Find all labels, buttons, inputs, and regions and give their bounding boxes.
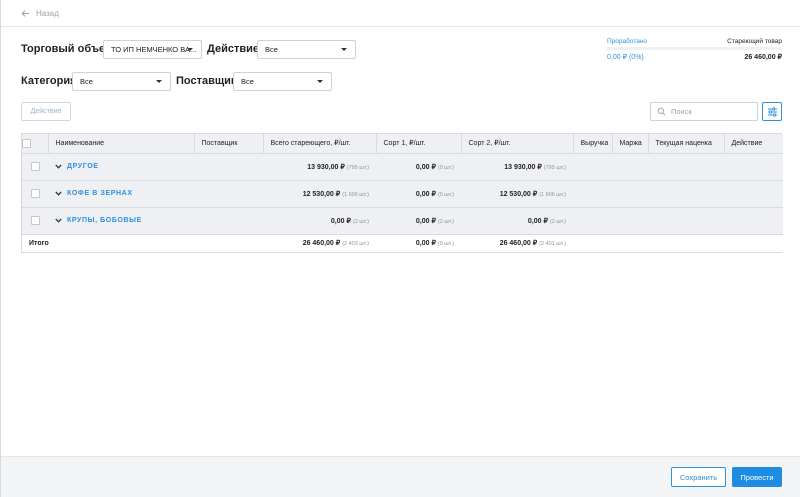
total-qty: (2 шт.) — [352, 218, 369, 225]
stats-panel: Проработано Стареющий товар 0,00 ₽ (0%) … — [607, 38, 782, 61]
group-name: КОФЕ В ЗЕРНАХ — [67, 189, 133, 197]
column-header-margin[interactable]: Маржа — [612, 134, 649, 154]
total-value: 0,00 ₽ — [330, 217, 351, 225]
search-box[interactable] — [650, 102, 758, 121]
column-header-sort2[interactable]: Сорт 2, ₽/шт. — [461, 134, 574, 154]
store-select-value: ТО ИП НЕМЧЕНКО ВА... — [111, 45, 197, 54]
column-header-action[interactable]: Действие — [724, 134, 783, 154]
group-toggle[interactable]: КОФЕ В ЗЕРНАХ — [48, 190, 133, 197]
back-link[interactable]: Назад — [21, 9, 59, 18]
arrow-left-icon — [21, 9, 30, 17]
back-label: Назад — [36, 8, 59, 18]
category-label: Категория — [21, 75, 77, 87]
sort2-qty: (2 шт.) — [549, 218, 566, 225]
sort2-value: 13 930,00 ₽ — [504, 163, 542, 171]
stale-value: 26 460,00 ₽ — [744, 54, 782, 61]
table-header: Наименование Поставщик Всего стареющего,… — [22, 134, 783, 154]
stale-label: Стареющий товар — [727, 38, 782, 45]
group-name: КРУПЫ, БОБОВЫЕ — [67, 216, 142, 224]
column-header-name[interactable]: Наименование — [48, 134, 195, 154]
processed-value: 0,00 ₽ (0%) — [607, 54, 644, 61]
filter-settings-button[interactable] — [762, 102, 782, 121]
chevron-down-icon — [55, 163, 62, 169]
table-row: КРУПЫ, БОБОВЫЕ 0,00 ₽ (2 шт.) 0,00 ₽ (2 … — [22, 207, 783, 235]
totals-total-value: 26 460,00 ₽ — [302, 240, 341, 248]
totals-total-qty: (2 403 шт.) — [342, 241, 369, 248]
sort1-qty: (0 шт.) — [437, 191, 454, 198]
totals-row: Итого 26 460,00 ₽ (2 403 шт.) 0,00 ₽ (0 … — [22, 234, 783, 252]
row-checkbox[interactable] — [30, 162, 40, 171]
sort2-value: 0,00 ₽ — [527, 217, 548, 225]
sort2-qty: (795 шт.) — [543, 164, 566, 171]
sort1-value: 0,00 ₽ — [415, 190, 436, 198]
column-header-revenue[interactable]: Выручка — [573, 134, 613, 154]
table-row: ДРУГОЕ 13 930,00 ₽ (795 шт.) 0,00 ₽ (0 ш… — [22, 153, 783, 181]
totals-sort1-value: 0,00 ₽ — [415, 240, 436, 248]
sort1-qty: (0 шт.) — [437, 164, 454, 171]
sort2-value: 12 530,00 ₽ — [499, 190, 538, 198]
store-label: Торговый объект — [21, 43, 116, 55]
caret-down-icon — [341, 48, 347, 51]
totals-sort2-qty: (2 401 шт.) — [539, 241, 566, 248]
search-input[interactable] — [671, 107, 751, 116]
totals-label: Итого — [22, 234, 194, 252]
store-select[interactable]: ТО ИП НЕМЧЕНКО ВА... — [103, 40, 202, 59]
select-all-checkbox[interactable] — [22, 138, 31, 148]
search-icon — [657, 107, 666, 116]
totals-sort2-value: 26 460,00 ₽ — [499, 240, 538, 248]
action-filter-select[interactable]: Все — [257, 40, 356, 59]
chevron-down-icon — [55, 217, 62, 223]
category-select[interactable]: Все — [72, 72, 171, 91]
sort1-value: 0,00 ₽ — [415, 163, 436, 171]
sort1-qty: (2 шт.) — [437, 218, 454, 225]
top-bar: Назад — [1, 0, 800, 27]
group-toggle[interactable]: КРУПЫ, БОБОВЫЕ — [48, 217, 142, 224]
caret-down-icon — [187, 48, 193, 51]
total-value: 12 530,00 ₽ — [302, 190, 341, 198]
app-window: Назад Торговый объект ТО ИП НЕМЧЕНКО ВА.… — [0, 0, 800, 497]
supplier-select[interactable]: Все — [233, 72, 332, 91]
post-button[interactable]: Провести — [732, 467, 782, 487]
processed-progress-bar — [607, 47, 782, 50]
column-header-total[interactable]: Всего стареющего, ₽/шт. — [263, 134, 377, 154]
column-header-supplier[interactable]: Поставщик — [194, 134, 264, 154]
caret-down-icon — [156, 80, 162, 83]
sort1-value: 0,00 ₽ — [415, 217, 436, 225]
total-value: 13 930,00 ₽ — [307, 163, 345, 171]
table-row: КОФЕ В ЗЕРНАХ 12 530,00 ₽ (1 606 шт.) 0,… — [22, 180, 783, 208]
processed-label: Проработано — [607, 38, 648, 45]
group-toggle[interactable]: ДРУГОЕ — [48, 163, 99, 170]
stale-goods-table: Наименование Поставщик Всего стареющего,… — [21, 133, 783, 253]
supplier-select-value: Все — [241, 77, 254, 86]
column-header-markup[interactable]: Текущая наценка — [648, 134, 725, 154]
total-qty: (795 шт.) — [346, 164, 369, 171]
row-checkbox[interactable] — [30, 189, 40, 198]
caret-down-icon — [317, 80, 323, 83]
select-all-cell — [22, 134, 49, 154]
supplier-label: Поставщик — [176, 75, 237, 87]
action-filter-label: Действие — [207, 43, 259, 55]
category-select-value: Все — [80, 77, 93, 86]
bulk-action-button[interactable]: Действие — [21, 102, 71, 121]
total-qty: (1 606 шт.) — [342, 191, 369, 198]
row-checkbox[interactable] — [30, 216, 40, 225]
sort2-qty: (1 606 шт.) — [539, 191, 566, 198]
group-name: ДРУГОЕ — [67, 162, 99, 170]
column-header-sort1[interactable]: Сорт 1, ₽/шт. — [376, 134, 462, 154]
action-filter-value: Все — [265, 45, 278, 54]
chevron-down-icon — [55, 190, 62, 196]
save-button[interactable]: Сохранить — [671, 467, 726, 487]
totals-sort1-qty: (0 шт.) — [437, 241, 454, 248]
sliders-icon — [767, 106, 777, 117]
